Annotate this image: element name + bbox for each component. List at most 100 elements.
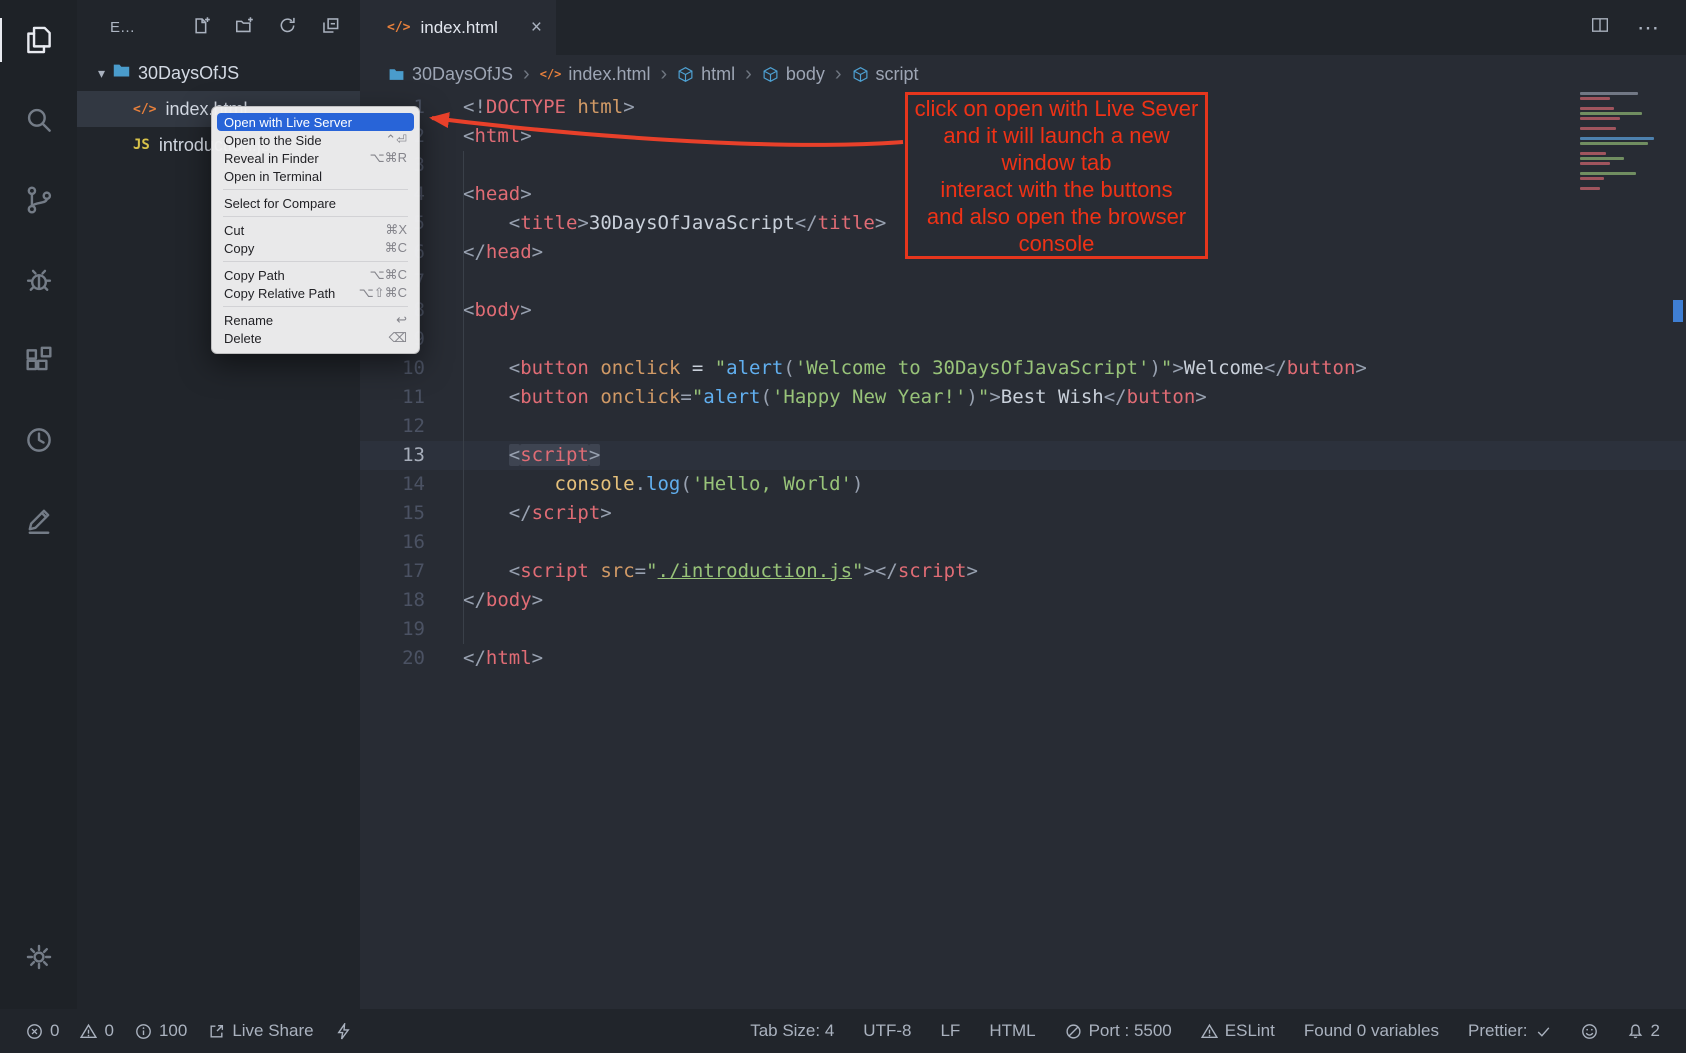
- code-line-18[interactable]: 18</body>: [360, 586, 1686, 615]
- bell-icon: [1627, 1023, 1644, 1040]
- code-line-9[interactable]: 9: [360, 325, 1686, 354]
- activity-source-control[interactable]: [0, 160, 77, 240]
- minimap[interactable]: [1580, 92, 1666, 192]
- code-line-14[interactable]: 14 console.log('Hello, World'): [360, 470, 1686, 499]
- status-item-prettier[interactable]: Prettier:: [1468, 1021, 1552, 1041]
- menu-item-copy-relative-path[interactable]: Copy Relative Path⌥⇧⌘C: [217, 284, 414, 302]
- close-icon[interactable]: ×: [531, 17, 542, 39]
- minimap-line: [1580, 142, 1648, 145]
- menu-item-cut[interactable]: Cut⌘X: [217, 221, 414, 239]
- status-right: Tab Size: 4 UTF-8 LF HTML Port : 5500 ESLint F…: [750, 1021, 1660, 1041]
- live-share-icon: [208, 1023, 225, 1040]
- status-item-port-5500[interactable]: Port : 5500: [1065, 1021, 1172, 1041]
- tree-folder-30daysofjs[interactable]: ▾ 30DaysOfJS: [77, 55, 360, 91]
- menu-item-open-with-live-server[interactable]: Open with Live Server: [217, 113, 414, 131]
- minimap-line: [1580, 162, 1610, 165]
- menu-shortcut: ⌘X: [385, 222, 407, 238]
- breadcrumb: 30DaysOfJS›</>index.html›html›body›scrip…: [360, 55, 1686, 93]
- activity-feedback[interactable]: [0, 480, 77, 560]
- menu-item-rename[interactable]: Rename↩: [217, 311, 414, 329]
- code-line-8[interactable]: 8<body>: [360, 296, 1686, 325]
- new-file-icon[interactable]: [192, 16, 211, 39]
- status-left: 0 0 100 Live Share: [26, 1021, 352, 1041]
- menu-item-copy[interactable]: Copy⌘C: [217, 239, 414, 257]
- status-item-eslint[interactable]: ESLint: [1201, 1021, 1275, 1041]
- status-item-lf[interactable]: LF: [940, 1021, 960, 1041]
- menu-item-reveal-in-finder[interactable]: Reveal in Finder⌥⌘R: [217, 149, 414, 167]
- js-file-icon: JS: [133, 137, 150, 153]
- html-file-icon: </>: [133, 102, 156, 117]
- explorer-title: E…: [110, 19, 135, 36]
- breadcrumb-item-script[interactable]: script: [852, 64, 919, 85]
- code-line-19[interactable]: 19: [360, 615, 1686, 644]
- menu-item-open-to-the-side[interactable]: Open to the Side⌃⏎: [217, 131, 414, 149]
- folder-name: 30DaysOfJS: [138, 63, 239, 84]
- split-editor-icon[interactable]: [1591, 16, 1609, 39]
- menu-separator: [223, 261, 408, 262]
- source-control-icon: [22, 183, 56, 217]
- status-item-lightning[interactable]: [335, 1023, 352, 1040]
- new-folder-icon[interactable]: [235, 16, 254, 39]
- code-line-15[interactable]: 15 </script>: [360, 499, 1686, 528]
- status-item-0[interactable]: 0: [80, 1021, 113, 1041]
- status-item-tab-size-4[interactable]: Tab Size: 4: [750, 1021, 834, 1041]
- chevron-right-icon: ›: [834, 63, 843, 86]
- code-line-16[interactable]: 16: [360, 528, 1686, 557]
- lightning-icon: [335, 1023, 352, 1040]
- minimap-line: [1580, 177, 1604, 180]
- breadcrumb-item-index-html[interactable]: </>index.html: [540, 64, 651, 85]
- check-icon: [1535, 1023, 1552, 1040]
- activity-settings[interactable]: [0, 917, 77, 997]
- tab-index-html[interactable]: </> index.html ×: [360, 0, 556, 55]
- activity-explorer[interactable]: [0, 0, 77, 80]
- status-item-live-share[interactable]: Live Share: [208, 1021, 313, 1041]
- activity-extensions[interactable]: [0, 320, 77, 400]
- breadcrumb-item-html[interactable]: html: [677, 64, 735, 85]
- line-number: 11: [360, 383, 425, 412]
- code-line-17[interactable]: 17 <script src="./introduction.js"></scr…: [360, 557, 1686, 586]
- chevron-right-icon: ›: [659, 63, 668, 86]
- line-number: 10: [360, 354, 425, 383]
- chevron-right-icon: ›: [522, 63, 531, 86]
- status-item-html[interactable]: HTML: [989, 1021, 1035, 1041]
- breadcrumb-item-30daysofjs[interactable]: 30DaysOfJS: [388, 64, 513, 85]
- activity-run-debug[interactable]: [0, 240, 77, 320]
- warning-icon: [80, 1023, 97, 1040]
- line-number: 12: [360, 412, 425, 441]
- breadcrumb-item-body[interactable]: body: [762, 64, 825, 85]
- minimap-line: [1580, 127, 1616, 130]
- context-menu: Open with Live ServerOpen to the Side⌃⏎R…: [211, 106, 420, 354]
- status-item-utf-8[interactable]: UTF-8: [863, 1021, 911, 1041]
- code-line-20[interactable]: 20</html>: [360, 644, 1686, 673]
- menu-item-open-in-terminal[interactable]: Open in Terminal: [217, 167, 414, 185]
- scrollbar-marker[interactable]: [1673, 300, 1683, 322]
- collapse-all-icon[interactable]: [321, 16, 340, 39]
- menu-separator: [223, 306, 408, 307]
- status-item-0[interactable]: 0: [26, 1021, 59, 1041]
- more-actions-icon[interactable]: ⋯: [1637, 15, 1660, 41]
- gear-icon: [22, 940, 56, 974]
- minimap-line: [1580, 107, 1614, 110]
- code-line-7[interactable]: 7: [360, 267, 1686, 296]
- menu-item-delete[interactable]: Delete⌫: [217, 329, 414, 347]
- status-item-100[interactable]: 100: [135, 1021, 187, 1041]
- code-line-12[interactable]: 12: [360, 412, 1686, 441]
- line-number: 18: [360, 586, 425, 615]
- minimap-line: [1580, 157, 1624, 160]
- code-line-13[interactable]: 13 <script>: [360, 441, 1686, 470]
- menu-item-copy-path[interactable]: Copy Path⌥⌘C: [217, 266, 414, 284]
- line-number: 17: [360, 557, 425, 586]
- code-line-11[interactable]: 11 <button onclick="alert('Happy New Yea…: [360, 383, 1686, 412]
- activity-history[interactable]: [0, 400, 77, 480]
- status-item-2[interactable]: 2: [1627, 1021, 1660, 1041]
- line-number: 13: [360, 441, 425, 470]
- status-item-found-0-variables[interactable]: Found 0 variables: [1304, 1021, 1439, 1041]
- menu-item-select-for-compare[interactable]: Select for Compare: [217, 194, 414, 212]
- activity-search[interactable]: [0, 80, 77, 160]
- indent-guide: [463, 151, 464, 644]
- line-number: 20: [360, 644, 425, 673]
- refresh-icon[interactable]: [278, 16, 297, 39]
- menu-shortcut: ⌥⇧⌘C: [359, 285, 407, 301]
- code-line-10[interactable]: 10 <button onclick = "alert('Welcome to …: [360, 354, 1686, 383]
- status-item-smiley[interactable]: [1581, 1023, 1598, 1040]
